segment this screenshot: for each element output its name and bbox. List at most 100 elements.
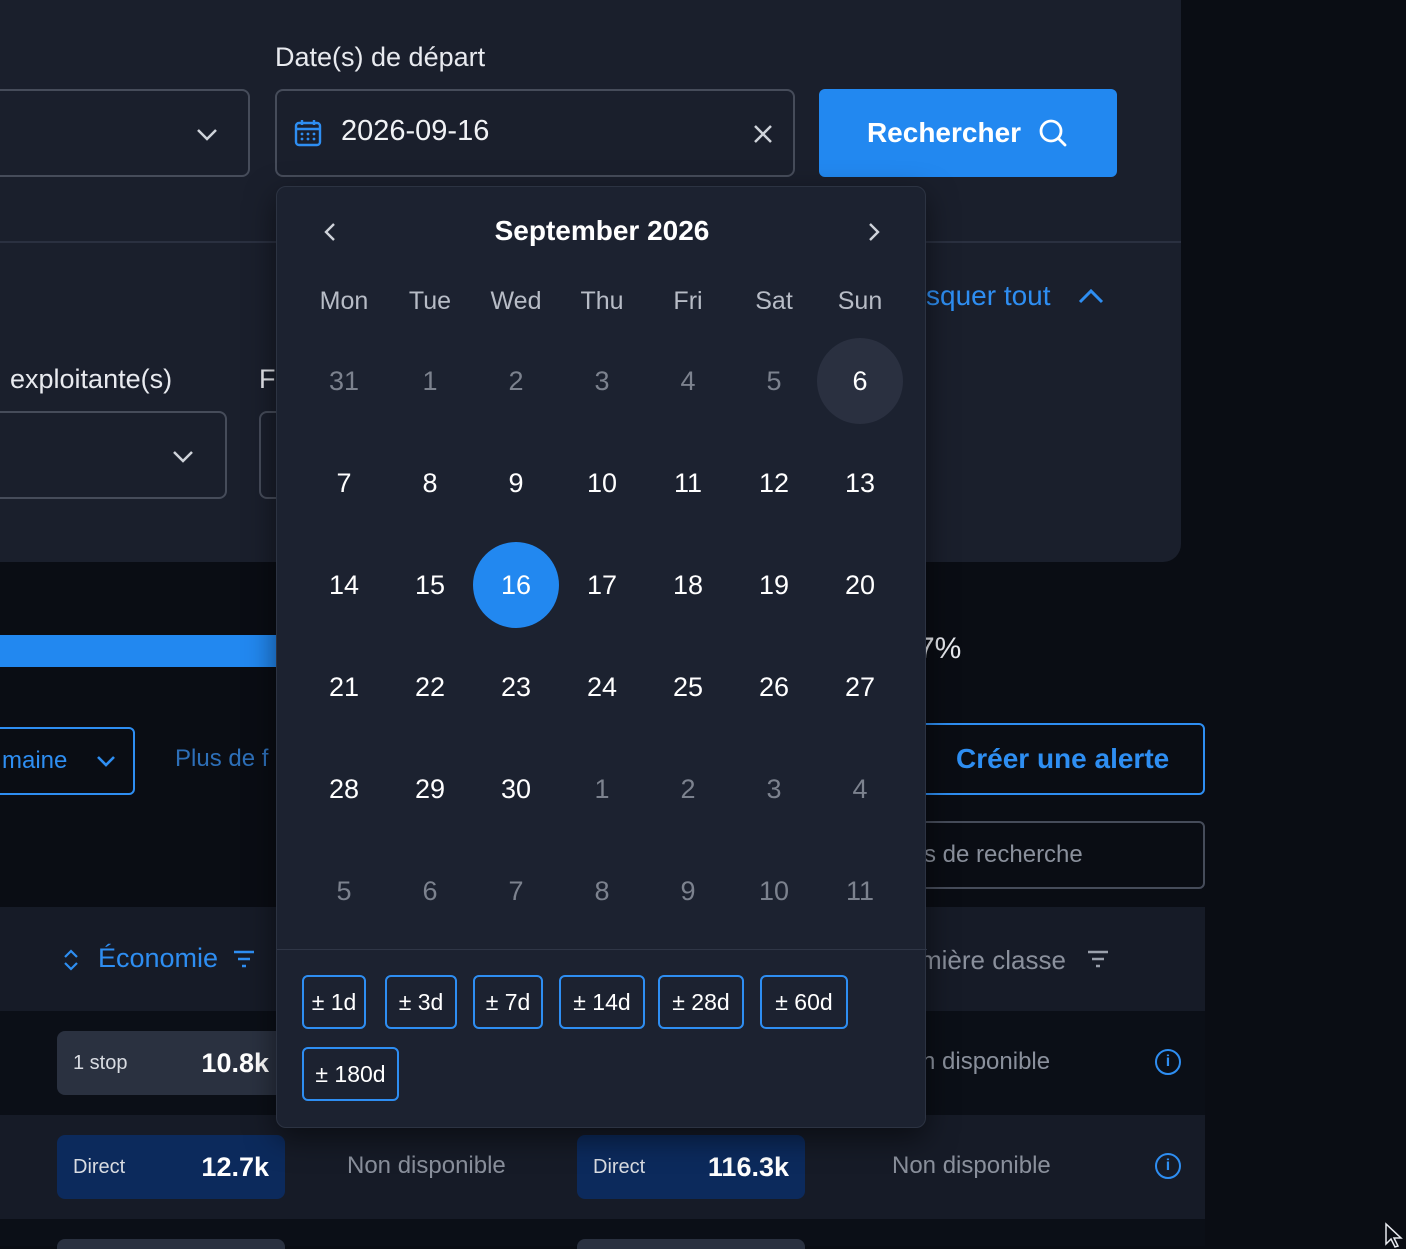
chevron-down-icon bbox=[197, 129, 217, 141]
calendar-day[interactable]: 7 bbox=[301, 440, 387, 526]
info-icon[interactable]: i bbox=[1155, 1153, 1181, 1179]
calendar-day[interactable]: 21 bbox=[301, 644, 387, 730]
calendar-day[interactable]: 10 bbox=[559, 440, 645, 526]
calendar-day[interactable]: 14 bbox=[301, 542, 387, 628]
hide-all-label: squer tout bbox=[926, 280, 1051, 311]
range-option-button[interactable]: ± 180d bbox=[302, 1047, 399, 1101]
range-option-button[interactable]: ± 3d bbox=[385, 975, 457, 1029]
clear-icon[interactable] bbox=[751, 122, 775, 146]
economy-column-header[interactable]: Économie bbox=[98, 943, 218, 974]
calendar-day[interactable]: 20 bbox=[817, 542, 903, 628]
calendar-day[interactable]: 22 bbox=[387, 644, 473, 730]
sort-icon[interactable] bbox=[62, 947, 80, 973]
range-option-button[interactable]: ± 1d bbox=[302, 975, 366, 1029]
calendar-day[interactable]: 24 bbox=[559, 644, 645, 730]
calendar-day[interactable]: 13 bbox=[817, 440, 903, 526]
calendar-day[interactable]: 15 bbox=[387, 542, 473, 628]
calendar-day[interactable]: 27 bbox=[817, 644, 903, 730]
calendar-day[interactable]: 4 bbox=[645, 338, 731, 424]
weekday-mon: Mon bbox=[319, 287, 369, 315]
departure-date-label: Date(s) de départ bbox=[275, 42, 486, 72]
calendar-icon bbox=[294, 120, 322, 147]
range-option-button[interactable]: ± 7d bbox=[473, 975, 543, 1029]
calendar-day[interactable]: 7 bbox=[473, 848, 559, 934]
calendar-day[interactable]: 1 bbox=[387, 338, 473, 424]
calendar-day[interactable]: 25 bbox=[645, 644, 731, 730]
results-search-input[interactable]: s de recherche bbox=[920, 821, 1205, 889]
chevron-right-icon bbox=[869, 223, 880, 241]
info-icon[interactable]: i bbox=[1155, 1049, 1181, 1075]
filter-icon[interactable] bbox=[232, 949, 256, 969]
chevron-down-icon bbox=[97, 756, 116, 767]
range-option-button[interactable]: ± 14d bbox=[559, 975, 645, 1029]
fare-value: 10.8k bbox=[201, 1047, 269, 1078]
airline-dropdown[interactable] bbox=[0, 411, 227, 499]
filter-icon[interactable] bbox=[1086, 949, 1110, 969]
calendar-day[interactable]: 10 bbox=[731, 848, 817, 934]
calendar-day[interactable]: 17 bbox=[559, 542, 645, 628]
fare-chip[interactable] bbox=[57, 1239, 285, 1249]
calendar-day[interactable]: 30 bbox=[473, 746, 559, 832]
calendar-day[interactable]: 5 bbox=[301, 848, 387, 934]
calendar-day[interactable]: 12 bbox=[731, 440, 817, 526]
hide-all-toggle[interactable]: squer tout bbox=[926, 280, 1105, 312]
calendar-day[interactable]: 29 bbox=[387, 746, 473, 832]
date-picker-popup: September 2026 Mon Tue Wed Thu Fri Sat Sun 31 1… bbox=[276, 186, 927, 1128]
search-button-label: Rechercher bbox=[866, 117, 1022, 148]
calendar-day[interactable]: 5 bbox=[731, 338, 817, 424]
create-alert-button[interactable]: Créer une alerte bbox=[920, 723, 1205, 795]
create-alert-label: Créer une alerte bbox=[956, 743, 1170, 774]
other-filter-label: F bbox=[259, 364, 276, 394]
departure-date-input[interactable]: 2026-09-16 bbox=[275, 89, 795, 177]
calendar-day[interactable]: 18 bbox=[645, 542, 731, 628]
calendar-divider bbox=[277, 949, 927, 950]
calendar-day[interactable]: 31 bbox=[301, 338, 387, 424]
weekday-fri: Fri bbox=[673, 287, 703, 315]
chevron-up-icon bbox=[1078, 288, 1103, 304]
calendar-day[interactable]: 19 bbox=[731, 542, 817, 628]
search-button[interactable]: Rechercher bbox=[819, 89, 1117, 177]
results-search-placeholder: s de recherche bbox=[924, 841, 1083, 868]
next-month-button[interactable] bbox=[859, 217, 889, 247]
range-option-button[interactable]: ± 60d bbox=[760, 975, 848, 1029]
week-dropdown-label: maine bbox=[2, 747, 68, 774]
cursor-icon bbox=[1385, 1222, 1403, 1248]
calendar-day[interactable]: 9 bbox=[473, 440, 559, 526]
calendar-day[interactable]: 3 bbox=[731, 746, 817, 832]
table-row bbox=[0, 1219, 1205, 1249]
calendar-day[interactable]: 28 bbox=[301, 746, 387, 832]
not-available-text: Non disponible bbox=[347, 1152, 506, 1179]
fare-chip[interactable]: Direct 12.7k bbox=[57, 1135, 285, 1199]
fare-chip[interactable] bbox=[577, 1239, 805, 1249]
calendar-day[interactable]: 6 bbox=[817, 338, 903, 424]
calendar-day[interactable]: 2 bbox=[473, 338, 559, 424]
fare-chip[interactable]: 1 stop 10.8k bbox=[57, 1031, 285, 1095]
fare-chip[interactable]: Direct 116.3k bbox=[577, 1135, 805, 1199]
not-available-text: Non disponible bbox=[892, 1152, 1051, 1179]
more-filters-link[interactable]: Plus de f bbox=[175, 745, 268, 773]
origin-dropdown[interactable] bbox=[0, 89, 250, 177]
departure-date-value: 2026-09-16 bbox=[341, 115, 490, 147]
weekday-thu: Thu bbox=[580, 287, 624, 315]
calendar-day[interactable]: 8 bbox=[559, 848, 645, 934]
calendar-day[interactable]: 26 bbox=[731, 644, 817, 730]
calendar-day[interactable]: 23 bbox=[473, 644, 559, 730]
calendar-day[interactable]: 6 bbox=[387, 848, 473, 934]
stops-label: Direct bbox=[593, 1155, 646, 1178]
weekday-tue: Tue bbox=[408, 287, 452, 315]
week-dropdown[interactable]: maine bbox=[0, 727, 135, 795]
first-class-column-header[interactable]: mière classe bbox=[920, 945, 1066, 976]
calendar-day[interactable]: 11 bbox=[817, 848, 903, 934]
calendar-day[interactable]: 1 bbox=[559, 746, 645, 832]
selected-day[interactable]: 16 bbox=[473, 542, 559, 628]
calendar-day[interactable]: 3 bbox=[559, 338, 645, 424]
calendar-day[interactable]: 9 bbox=[645, 848, 731, 934]
chevron-down-icon bbox=[173, 451, 193, 463]
calendar-day[interactable]: 11 bbox=[645, 440, 731, 526]
range-option-button[interactable]: ± 28d bbox=[658, 975, 744, 1029]
calendar-day[interactable]: 4 bbox=[817, 746, 903, 832]
calendar-day[interactable]: 2 bbox=[645, 746, 731, 832]
calendar-day[interactable]: 8 bbox=[387, 440, 473, 526]
weekday-wed: Wed bbox=[490, 287, 542, 315]
weekday-sat: Sat bbox=[755, 287, 793, 315]
